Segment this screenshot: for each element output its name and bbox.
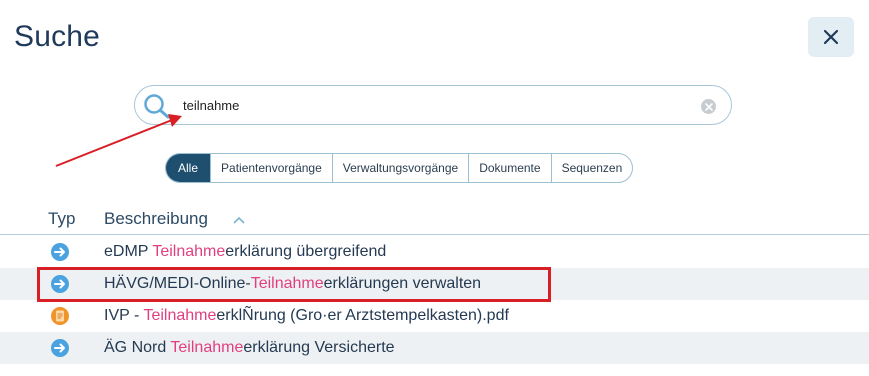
table-row[interactable]: eDMP Teilnahmeerklärung übergreifend [0,236,869,268]
row-description: HÄVG/MEDI-Online-Teilnahmeerklärungen ve… [104,275,482,292]
table-row[interactable]: ÄG Nord Teilnahmeerklärung Versicherte [0,332,869,364]
row-description: ÄG Nord Teilnahmeerklärung Versicherte [104,339,395,356]
search-field[interactable]: teilnahme [134,85,732,125]
search-input[interactable]: teilnahme [183,98,239,113]
search-icon [144,94,170,119]
document-icon [51,307,69,325]
filter-tab-verwaltungsvorgaenge[interactable]: Verwaltungsvorgänge [333,154,470,182]
row-description: eDMP Teilnahmeerklärung übergreifend [104,243,387,260]
filter-tab-alle[interactable]: Alle [166,154,212,182]
arrow-right-icon [51,243,69,261]
filter-tab-dokumente[interactable]: Dokumente [469,154,552,182]
filter-tab-sequenzen[interactable]: Sequenzen [552,154,633,182]
row-description: IVP - TeilnahmeerklÑrung (Gro·er Arztste… [104,307,509,324]
filter-tab-patientenvorgaenge[interactable]: Patientenvorgänge [211,154,333,182]
column-header-typ[interactable]: Typ [48,209,75,229]
column-header-beschreibung[interactable]: Beschreibung [104,209,208,229]
arrow-right-icon [51,339,69,357]
close-button[interactable] [808,17,854,57]
close-icon [823,29,839,45]
table-row[interactable]: HÄVG/MEDI-Online-Teilnahmeerklärungen ve… [0,268,869,300]
page-title: Suche [14,20,101,53]
filter-tabs: Alle Patientenvorgänge Verwaltungsvorgän… [165,153,634,183]
sort-ascending-icon[interactable] [233,211,245,227]
clear-search-icon[interactable] [701,99,716,114]
table-header: Typ Beschreibung [0,206,869,235]
arrow-right-icon [51,275,69,293]
table-row[interactable]: IVP - TeilnahmeerklÑrung (Gro·er Arztste… [0,300,869,332]
